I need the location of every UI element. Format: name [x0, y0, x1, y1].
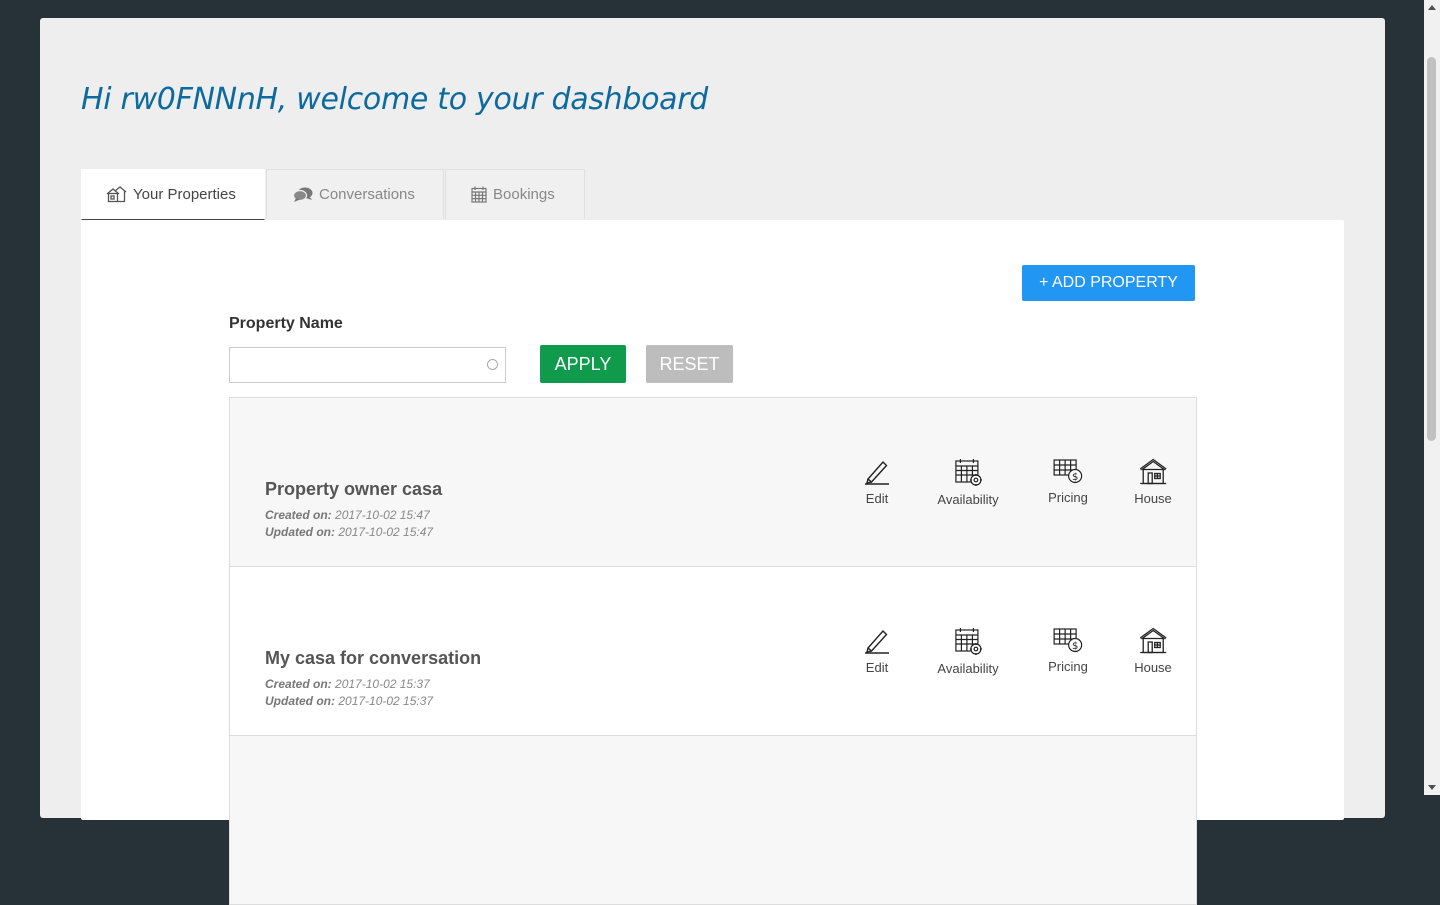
updated-label: Updated on:: [265, 694, 335, 708]
loading-indicator-icon: [487, 359, 498, 370]
house-label: House: [1134, 491, 1172, 506]
tab-label: Bookings: [493, 186, 555, 203]
pricing-icon: $: [1053, 627, 1083, 659]
tab-bar: Your Properties Conversations Bookings: [81, 169, 586, 220]
property-card: Property owner casa Created on: 2017-10-…: [229, 397, 1197, 567]
created-label: Created on:: [265, 677, 332, 691]
house-icon: [1139, 458, 1167, 491]
reset-button[interactable]: RESET: [646, 345, 733, 383]
svg-text:$: $: [1072, 641, 1078, 652]
property-name-field: [229, 347, 506, 383]
properties-tab-content: + ADD PROPERTY Property Name APPLY RESET…: [81, 220, 1344, 905]
dashboard-panel: Hi rw0FNNnH, welcome to your dashboard Y…: [40, 18, 1385, 905]
houses-icon: [106, 186, 127, 203]
property-name-input[interactable]: [230, 348, 505, 382]
edit-label: Edit: [865, 660, 889, 675]
house-label: House: [1134, 660, 1172, 675]
availability-label: Availability: [937, 661, 999, 676]
property-title: My casa for conversation: [265, 648, 482, 668]
updated-value: 2017-10-02 15:47: [338, 525, 434, 539]
tab-label: Conversations: [319, 186, 415, 203]
pricing-icon: $: [1053, 458, 1083, 490]
pricing-label: Pricing: [1048, 490, 1088, 505]
house-icon: [1139, 627, 1167, 660]
tab-bookings[interactable]: Bookings: [445, 169, 585, 219]
availability-label: Availability: [937, 492, 999, 507]
add-property-button[interactable]: + ADD PROPERTY: [1022, 265, 1195, 301]
availability-action[interactable]: Availability: [937, 627, 999, 676]
scroll-down-arrow-icon[interactable]: [1428, 785, 1436, 790]
edit-action[interactable]: Edit: [864, 627, 890, 675]
calendar-gear-icon: [954, 458, 982, 492]
created-date: Created on: 2017-10-02 15:47: [265, 508, 430, 522]
calendar-gear-icon: [954, 627, 982, 661]
scroll-up-arrow-icon[interactable]: [1428, 5, 1436, 10]
property-name-label: Property Name: [229, 315, 343, 332]
property-title: Property owner casa: [265, 479, 443, 499]
updated-date: Updated on: 2017-10-02 15:47: [265, 525, 433, 539]
created-label: Created on:: [265, 508, 332, 522]
calendar-icon: [471, 186, 487, 203]
scrollbar-thumb[interactable]: [1427, 57, 1436, 441]
created-date: Created on: 2017-10-02 15:37: [265, 677, 430, 691]
edit-action[interactable]: Edit: [864, 458, 890, 506]
updated-label: Updated on:: [265, 525, 335, 539]
edit-label: Edit: [865, 491, 889, 506]
created-value: 2017-10-02 15:37: [335, 677, 430, 691]
svg-text:$: $: [1072, 472, 1078, 483]
house-action[interactable]: House: [1134, 627, 1172, 675]
welcome-heading: Hi rw0FNNnH, welcome to your dashboard: [81, 82, 709, 117]
house-action[interactable]: House: [1134, 458, 1172, 506]
chat-bubbles-icon: [293, 187, 313, 203]
pricing-action[interactable]: $ Pricing: [1048, 458, 1088, 505]
property-list: Property owner casa Created on: 2017-10-…: [229, 397, 1197, 905]
availability-action[interactable]: Availability: [937, 458, 999, 507]
apply-button[interactable]: APPLY: [540, 345, 626, 383]
property-card: My casa for conversation Created on: 201…: [229, 566, 1197, 736]
tab-your-properties[interactable]: Your Properties: [81, 169, 265, 220]
pricing-label: Pricing: [1048, 659, 1088, 674]
pricing-action[interactable]: $ Pricing: [1048, 627, 1088, 674]
pencil-icon: [864, 627, 890, 660]
updated-value: 2017-10-02 15:37: [338, 694, 434, 708]
created-value: 2017-10-02 15:47: [335, 508, 430, 522]
property-card: [229, 735, 1197, 905]
tab-conversations[interactable]: Conversations: [266, 169, 444, 219]
pencil-icon: [864, 458, 890, 491]
tab-label: Your Properties: [133, 186, 236, 203]
page-scrollbar[interactable]: [1424, 0, 1440, 795]
updated-date: Updated on: 2017-10-02 15:37: [265, 694, 433, 708]
